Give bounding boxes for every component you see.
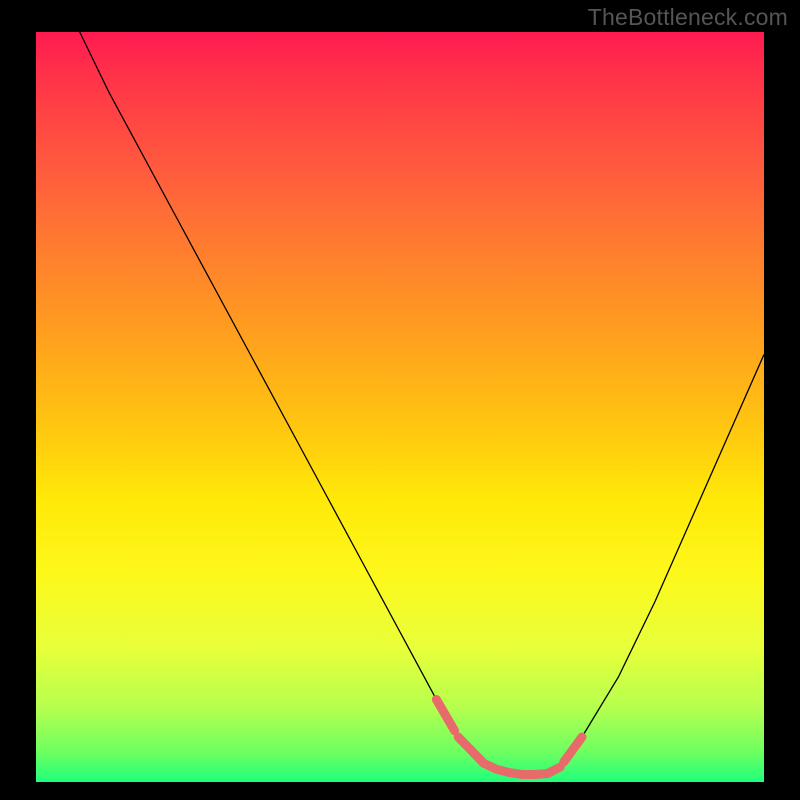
- curve-left-marker: [436, 700, 454, 731]
- curve-flat-segment: [458, 737, 560, 775]
- curve-right-marker: [564, 737, 582, 762]
- chart-container: TheBottleneck.com: [0, 0, 800, 800]
- curve-svg: [36, 32, 764, 782]
- plot-gradient-area: [36, 32, 764, 782]
- bottleneck-curve: [80, 32, 764, 775]
- watermark-text: TheBottleneck.com: [588, 4, 788, 31]
